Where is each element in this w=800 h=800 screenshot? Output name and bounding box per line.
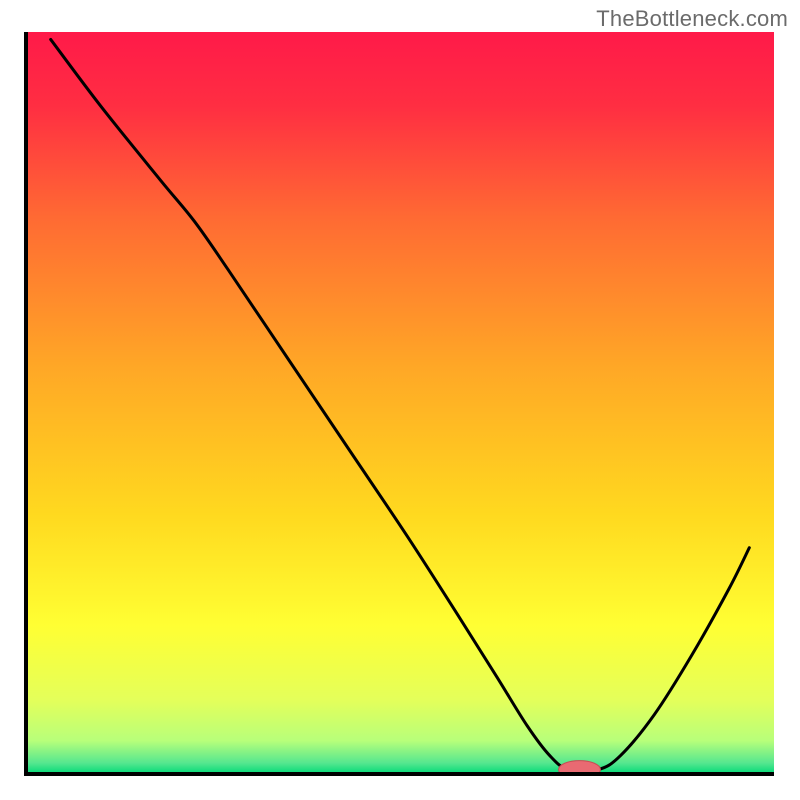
- gradient-background: [26, 32, 774, 774]
- bottleneck-chart: [0, 0, 800, 800]
